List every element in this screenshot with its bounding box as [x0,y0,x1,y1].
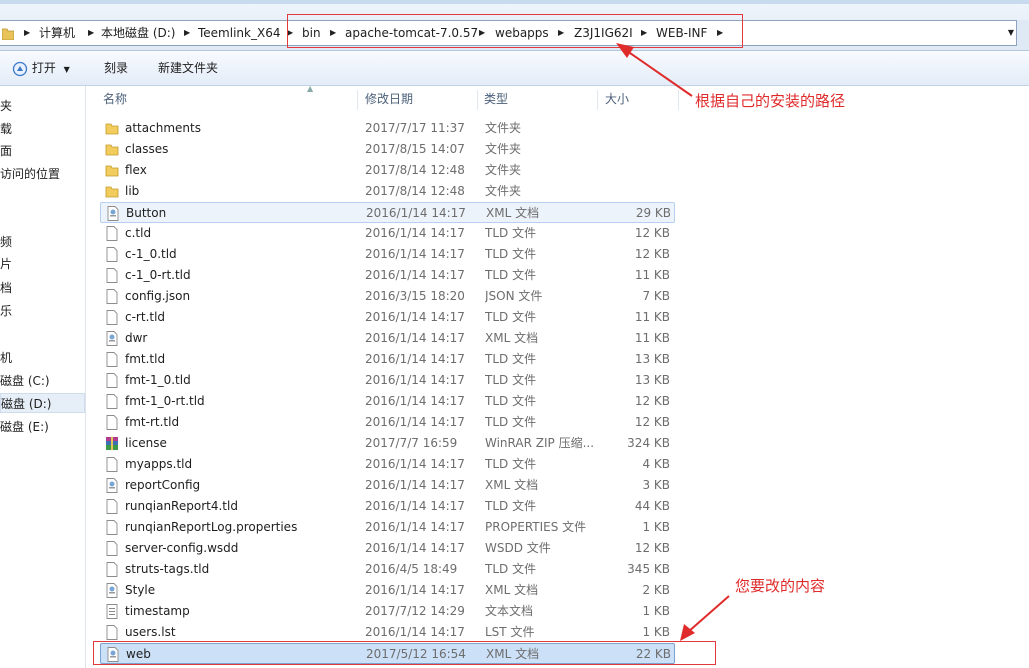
arrow-head-icon [616,43,634,58]
arrow-to-path [629,52,693,97]
arrow-to-web-file [687,595,730,633]
annotation-arrows [616,43,730,641]
